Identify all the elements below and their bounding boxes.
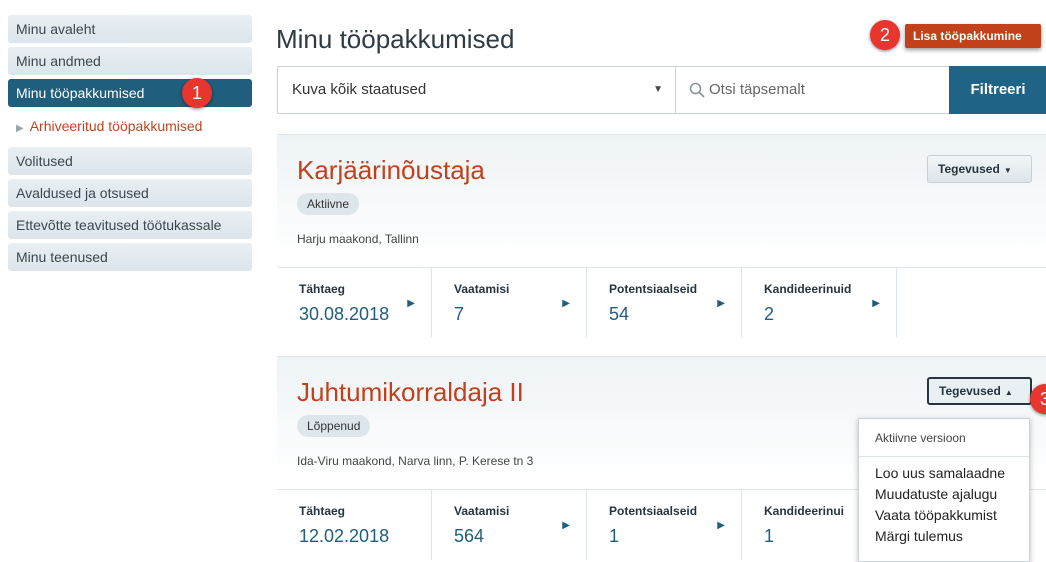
triangle-right-icon: ▶ (562, 298, 570, 309)
stat-label: Vaatamisi (454, 282, 510, 296)
menu-item-create-similar[interactable]: Loo uus samalaadne (859, 463, 1029, 484)
annotation-marker-2: 2 (870, 20, 900, 50)
job-card: Karjäärinõustaja Aktiivne Harju maakond,… (277, 134, 1046, 344)
caret-down-icon: ▼ (1003, 166, 1012, 175)
status-badge: Lõppenud (297, 415, 371, 437)
stat-value: 12.02.2018 (299, 526, 390, 546)
annotation-marker-1: 1 (182, 78, 212, 108)
sidebar-item-label: Minu andmed (16, 53, 101, 69)
triangle-right-icon: ▶ (717, 298, 725, 309)
sidebar-item-label: Arhiveeritud tööpakkumised (29, 118, 203, 134)
sidebar: Minu avaleht Minu andmed Minu tööpakkumi… (8, 15, 252, 275)
stat-views[interactable]: Vaatamisi 564 ▶ (432, 490, 587, 560)
triangle-right-icon: ▶ (16, 123, 24, 134)
sidebar-item-label: Volitused (16, 153, 73, 169)
job-location: Harju maakond, Tallinn (297, 232, 419, 246)
menu-item-view-offer[interactable]: Vaata tööpakkumist (859, 505, 1029, 526)
stat-label: Tähtaeg (299, 282, 346, 296)
actions-button-label: Tegevused (938, 162, 1000, 176)
sidebar-item-notifications[interactable]: Ettevõtte teavitused töötukassale (8, 211, 252, 239)
sidebar-item-my-data[interactable]: Minu andmed (8, 47, 252, 75)
dropdown-header: Aktiivne versioon (859, 419, 1029, 457)
sidebar-item-label: Minu teenused (16, 249, 108, 265)
caret-down-icon: ▼ (653, 84, 663, 95)
sidebar-item-my-job-offers[interactable]: Minu tööpakkumised 1 (8, 78, 252, 108)
stat-deadline[interactable]: Tähtaeg 12.02.2018 (277, 490, 432, 560)
stat-views[interactable]: Vaatamisi 7 ▶ (432, 268, 587, 338)
job-title[interactable]: Karjäärinõustaja (297, 155, 485, 186)
sidebar-item-authorizations[interactable]: Volitused (8, 147, 252, 175)
menu-item-mark-result[interactable]: Märgi tulemus (859, 526, 1029, 547)
filter-button[interactable]: Filtreeri (949, 66, 1046, 114)
sidebar-item-label: Minu tööpakkumised (16, 85, 145, 101)
stat-label: Kandideerinuid (764, 282, 852, 296)
add-job-offer-button[interactable]: Lisa tööpakkumine (905, 24, 1041, 48)
stat-label: Potentsiaalseid (609, 282, 698, 296)
job-title[interactable]: Juhtumikorraldaja II (297, 377, 524, 408)
page-title: Minu tööpakkumised (276, 24, 515, 54)
sidebar-item-home[interactable]: Minu avaleht (8, 15, 252, 43)
triangle-right-icon: ▶ (717, 520, 725, 531)
sidebar-item-label: Minu avaleht (16, 21, 96, 37)
caret-up-icon: ▲ (1004, 388, 1013, 397)
job-location: Ida-Viru maakond, Narva linn, P. Kerese … (297, 454, 534, 468)
stat-label: Tähtaeg (299, 504, 346, 518)
stat-potential[interactable]: Potentsiaalseid 1 ▶ (587, 490, 742, 560)
menu-item-change-history[interactable]: Muudatuste ajalugu (859, 484, 1029, 505)
filter-bar: Kuva kõik staatused ▼ Otsi täpsemalt Fil… (277, 66, 1046, 114)
stat-deadline[interactable]: Tähtaeg 30.08.2018 ▶ (277, 268, 432, 338)
triangle-right-icon: ▶ (407, 298, 415, 309)
sidebar-item-services[interactable]: Minu teenused (8, 243, 252, 271)
search-input[interactable]: Otsi täpsemalt (677, 67, 949, 113)
stat-label: Potentsiaalseid (609, 504, 698, 518)
sidebar-item-archived[interactable]: ▶ Arhiveeritud tööpakkumised (8, 111, 252, 141)
search-placeholder: Otsi täpsemalt (709, 81, 805, 98)
status-select-value: Kuva kõik staatused (292, 81, 427, 98)
search-icon (689, 82, 705, 98)
sidebar-item-label: Ettevõtte teavitused töötukassale (16, 217, 222, 233)
triangle-right-icon: ▶ (872, 298, 880, 309)
stat-label: Vaatamisi (454, 504, 510, 518)
stat-applicants[interactable]: Kandideerinuid 2 ▶ (742, 268, 897, 338)
actions-dropdown-menu: Aktiivne versioon Loo uus samalaadne Muu… (858, 418, 1030, 562)
sidebar-item-applications[interactable]: Avaldused ja otsused (8, 179, 252, 207)
status-select[interactable]: Kuva kõik staatused ▼ (278, 67, 676, 113)
sidebar-item-label: Avaldused ja otsused (16, 185, 149, 201)
triangle-right-icon: ▶ (562, 520, 570, 531)
actions-button-label: Tegevused (939, 384, 1001, 398)
stat-potential[interactable]: Potentsiaalseid 54 ▶ (587, 268, 742, 338)
actions-button[interactable]: Tegevused ▲ (927, 377, 1032, 405)
status-badge: Aktiivne (297, 193, 360, 215)
job-stats: Tähtaeg 30.08.2018 ▶ Vaatamisi 7 ▶ Poten… (277, 267, 1046, 338)
actions-button[interactable]: Tegevused ▼ (927, 155, 1032, 183)
